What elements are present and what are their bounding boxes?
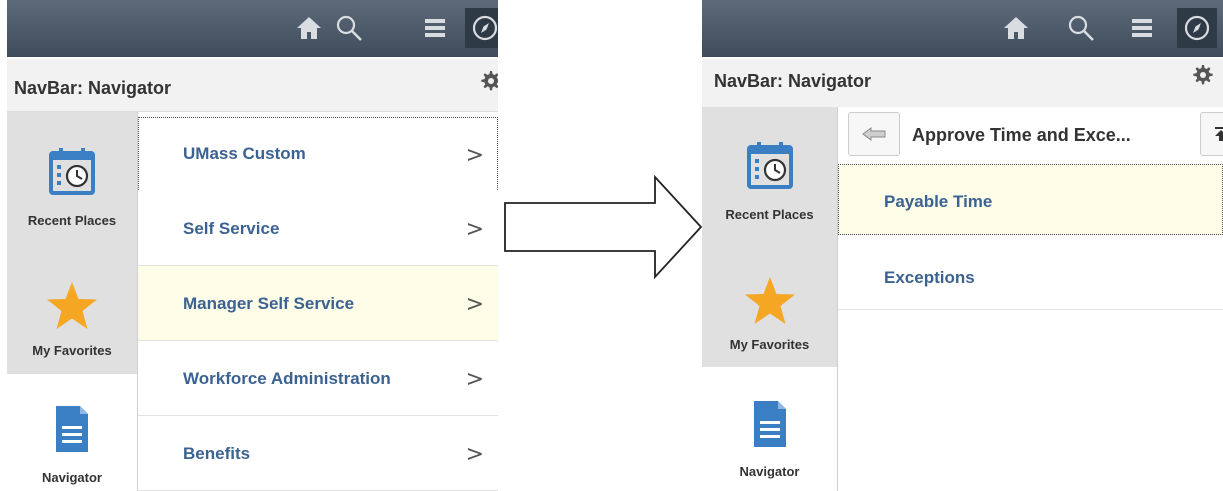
page-title: NavBar: Navigator (714, 71, 872, 91)
list-item[interactable]: Benefits > (138, 416, 498, 491)
navbar-sidebar: Recent Places My Favorites Navigator (7, 112, 138, 491)
chevron-right-icon: > (465, 143, 484, 168)
sidebar-item-my-favorites[interactable]: My Favorites (702, 237, 837, 367)
menu-icon[interactable] (415, 8, 455, 48)
arrow-top-icon (1215, 127, 1223, 141)
navigator-panel-right: NavBar: Navigator Recent Places My Favor… (702, 0, 1223, 491)
arrow-left-icon (862, 127, 886, 141)
folder-header: Approve Time and Exce... (838, 107, 1223, 163)
search-icon[interactable] (329, 8, 369, 48)
app-header (7, 0, 498, 57)
chevron-right-icon: > (465, 292, 484, 317)
list-item-label: Exceptions (884, 268, 975, 287)
list-item-label: Benefits (183, 444, 251, 463)
sidebar-item-navigator[interactable]: Navigator (7, 374, 137, 491)
sidebar-item-label: Recent Places (725, 207, 814, 222)
navbar-sidebar: Recent Places My Favorites Navigator (702, 107, 838, 491)
compass-icon[interactable] (1177, 8, 1217, 48)
list-item[interactable]: Manager Self Service > (138, 266, 498, 341)
list-item-label: UMass Custom (183, 144, 306, 163)
sidebar-item-label: Recent Places (27, 213, 117, 228)
chevron-right-icon: > (465, 442, 484, 467)
compass-icon[interactable] (465, 8, 498, 48)
sidebar-item-recent-places[interactable]: Recent Places (702, 107, 837, 237)
star-icon (47, 282, 97, 329)
folder-title: Approve Time and Exce... (912, 125, 1131, 145)
scroll-to-top-button[interactable] (1200, 112, 1223, 156)
document-icon (753, 401, 786, 447)
sidebar-item-recent-places[interactable]: Recent Places (7, 112, 137, 244)
navbar-title-bar: NavBar: Navigator (702, 59, 1223, 112)
calendar-clock-icon (746, 142, 793, 189)
back-button[interactable] (848, 112, 900, 156)
list-item-label: Workforce Administration (183, 369, 391, 388)
list-item[interactable]: Exceptions (838, 235, 1223, 310)
navigator-list: UMass Custom > Self Service > Manager Se… (138, 112, 498, 491)
sidebar-item-label: Navigator (42, 470, 102, 485)
home-icon[interactable] (996, 8, 1036, 48)
transition-arrow-icon (504, 175, 703, 280)
home-icon[interactable] (289, 8, 329, 48)
app-header (702, 0, 1223, 57)
chevron-right-icon: > (465, 367, 484, 392)
list-item[interactable]: UMass Custom > (138, 117, 498, 192)
chevron-right-icon: > (465, 217, 484, 242)
navbar-title-bar: NavBar: Navigator (7, 59, 498, 112)
navigator-list: Approve Time and Exce... Payable Time Ex… (838, 107, 1223, 491)
star-icon (744, 277, 795, 324)
page-title: NavBar: Navigator (14, 78, 172, 98)
sidebar-item-my-favorites[interactable]: My Favorites (7, 244, 137, 374)
gear-icon[interactable] (1190, 63, 1214, 87)
sidebar-item-label: My Favorites (729, 337, 810, 352)
list-item[interactable]: Payable Time (838, 164, 1223, 235)
sidebar-item-navigator[interactable]: Navigator (702, 367, 837, 491)
sidebar-item-label: My Favorites (32, 343, 112, 358)
list-item-label: Self Service (183, 219, 280, 238)
menu-icon[interactable] (1122, 8, 1162, 48)
list-item-label: Payable Time (884, 192, 993, 211)
list-item-label: Manager Self Service (183, 294, 355, 313)
list-item[interactable]: Self Service > (138, 191, 498, 266)
calendar-clock-icon (49, 148, 95, 195)
sidebar-item-label: Navigator (739, 464, 800, 479)
document-icon (56, 406, 88, 452)
search-icon[interactable] (1061, 8, 1101, 48)
list-item[interactable]: Workforce Administration > (138, 341, 498, 416)
gear-icon[interactable] (478, 69, 498, 93)
navigator-panel-left: NavBar: Navigator Recent Places My Favor… (7, 0, 498, 491)
